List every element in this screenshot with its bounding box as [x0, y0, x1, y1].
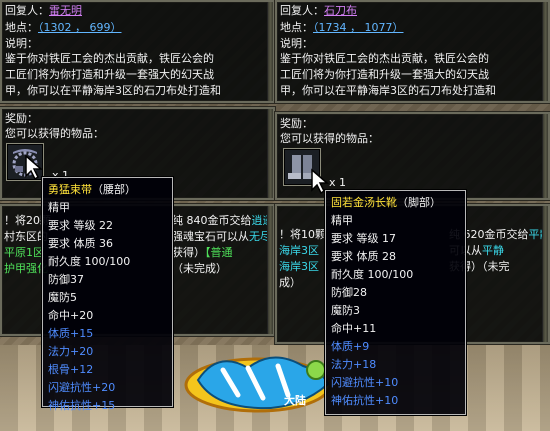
right-quest-panel: 回复人：石刀布 地点：（1734 ， 1077） 说明： 鉴于你对铁匠工会的杰出… [275, 0, 550, 103]
reward-sub-label: 您可以获得的物品： [280, 132, 379, 145]
cursor-arrow-icon [25, 154, 44, 180]
item-durability: 耐久度 100/100 [331, 268, 414, 281]
location-label: 地点： [280, 21, 313, 34]
req-con-label: 要求 体质 [48, 237, 96, 250]
item-hit: 命中+20 [48, 309, 94, 322]
scrollbar[interactable] [542, 114, 548, 198]
item-bonus-stat: 体质+9 [331, 340, 370, 353]
req-con-label: 要求 体质 [331, 250, 379, 263]
item-defense: 防御37 [48, 273, 84, 286]
quest-line: 成） [279, 276, 301, 289]
quest-line: 平原1区 [4, 246, 44, 259]
item-slot: （腰部） [92, 183, 136, 196]
location-coords-link[interactable]: （1302 ， 699） [38, 21, 121, 34]
item-tooltip-boots: 固若金汤长靴（脚部） 精甲 要求 等级 17 要求 体质 28 耐久度 100/… [325, 190, 466, 415]
reward-label: 奖励： [5, 112, 38, 125]
scrollbar[interactable] [542, 2, 548, 101]
quest-status: 成） [279, 276, 301, 289]
quest-line: 海岸3区 [279, 260, 319, 273]
desc-line: 鉴于你对铁匠工会的杰出贡献，铁匠公会的 [280, 52, 489, 65]
item-bonus-stat: 体质+15 [48, 327, 94, 340]
item-req-level: 要求 等级 17 [331, 230, 460, 248]
desc-line: 工匠们将为你打造和升级一套强大的幻天战 [280, 68, 489, 81]
req-con-value: 36 [99, 237, 113, 250]
desc-line: 鉴于你对铁匠工会的杰出贡献，铁匠公会的 [5, 52, 214, 65]
item-req-level: 要求 等级 22 [48, 217, 167, 235]
npc-name-link[interactable]: 雷无明 [49, 4, 82, 17]
item-bonus-stat: 根骨+12 [48, 363, 94, 376]
desc-label: 说明： [5, 37, 38, 50]
desc-line: 工匠们将为你打造和升级一套强大的幻天战 [5, 68, 214, 81]
item-req-con: 要求 体质 28 [331, 248, 460, 266]
scrollbar[interactable] [267, 2, 273, 101]
quest-location-link[interactable]: 海岸3区 [279, 260, 319, 273]
cursor-arrow-icon [311, 168, 330, 194]
logo-text: 大陆 [284, 394, 306, 407]
item-bonus-stat: 神佑抗性+15 [48, 399, 116, 412]
game-logo: 大陆 [178, 340, 338, 420]
req-level-value: 17 [382, 232, 396, 245]
left-quest-panel: 回复人：雷无明 地点：（1302 ， 699） 说明： 鉴于你对铁匠工会的杰出贡… [0, 0, 275, 103]
item-hit: 命中+11 [331, 322, 377, 335]
item-bonus-stat: 闪避抗性+10 [331, 376, 399, 389]
quest-line: 海岸3区 [279, 244, 319, 257]
desc-line: 甲，你可以在平静海岸3区的石刀布处打造和 [280, 84, 496, 97]
req-level-label: 要求 等级 [331, 232, 379, 245]
scrollbar[interactable] [542, 206, 548, 342]
quest-line: 强魂宝石可以从无尽 [172, 230, 271, 243]
item-defense: 防御28 [331, 286, 367, 299]
item-durability: 耐久度 100/100 [48, 255, 131, 268]
reward-label: 奖励： [280, 117, 313, 130]
reward-sub-label: 您可以获得的物品： [5, 127, 104, 140]
quest-location-link[interactable]: 海岸3区 [279, 244, 319, 257]
item-bonus-stat: 神佑抗性+10 [331, 394, 399, 407]
req-level-label: 要求 等级 [48, 219, 96, 232]
reply-label: 回复人： [5, 4, 49, 17]
desc-label: 说明： [280, 37, 313, 50]
item-quality: 精甲 [331, 214, 353, 227]
tooltip-title-row: 固若金汤长靴（脚部） [331, 194, 460, 212]
right-location-row: 地点：（1734 ， 1077） [280, 21, 403, 34]
item-bonus-stat: 法力+18 [331, 358, 377, 371]
desc-line: 甲，你可以在平静海岸3区的石刀布处打造和 [5, 84, 221, 97]
item-name: 勇猛束带 [48, 183, 92, 196]
item-req-con: 要求 体质 36 [48, 235, 167, 253]
scrollbar[interactable] [267, 206, 273, 334]
item-tooltip-belt: 勇猛束带（腰部） 精甲 要求 等级 22 要求 体质 36 耐久度 100/10… [42, 177, 173, 412]
logo-emblem [184, 356, 332, 413]
item-magic-defense: 魔防5 [48, 291, 77, 304]
npc-name-link[interactable]: 石刀布 [324, 4, 357, 17]
quest-line: 纯 840金币交给逍遥 [172, 214, 273, 227]
location-coords-link[interactable]: （1734 ， 1077） [313, 21, 403, 34]
quest-location-link[interactable]: 平静 [482, 244, 504, 257]
quest-line: 获得）【普通 [172, 246, 233, 259]
quest-text: 【普通 [205, 246, 233, 259]
req-con-value: 28 [382, 250, 396, 263]
reply-label: 回复人： [280, 4, 324, 17]
right-reply-row: 回复人：石刀布 [280, 4, 357, 17]
req-level-value: 22 [99, 219, 113, 232]
left-location-row: 地点：（1302 ， 699） [5, 21, 121, 34]
scrollbar[interactable] [267, 109, 273, 198]
quest-status: （未完成） [172, 262, 227, 275]
item-bonus-stat: 法力+20 [48, 345, 94, 358]
quest-status: （未完 [482, 260, 510, 273]
location-label: 地点： [5, 21, 38, 34]
item-name: 固若金汤长靴 [331, 196, 397, 209]
item-bonus-stat: 闪避抗性+20 [48, 381, 116, 394]
left-reply-row: 回复人：雷无明 [5, 4, 82, 17]
quest-text: ！将10颗 [279, 228, 326, 241]
quest-text: 强魂宝石可以从 [172, 230, 249, 243]
quest-line: ！将10颗 [279, 228, 326, 241]
quest-text: 平原1区 [4, 246, 44, 259]
item-quality: 精甲 [48, 201, 70, 214]
quest-text: 纯 840金币交给 [172, 214, 252, 227]
item-slot: （脚部） [397, 196, 441, 209]
quest-text: 获得） [172, 246, 205, 259]
tooltip-title-row: 勇猛束带（腰部） [48, 181, 167, 199]
item-magic-defense: 魔防3 [331, 304, 360, 317]
quest-line: （未完成） [172, 262, 227, 275]
